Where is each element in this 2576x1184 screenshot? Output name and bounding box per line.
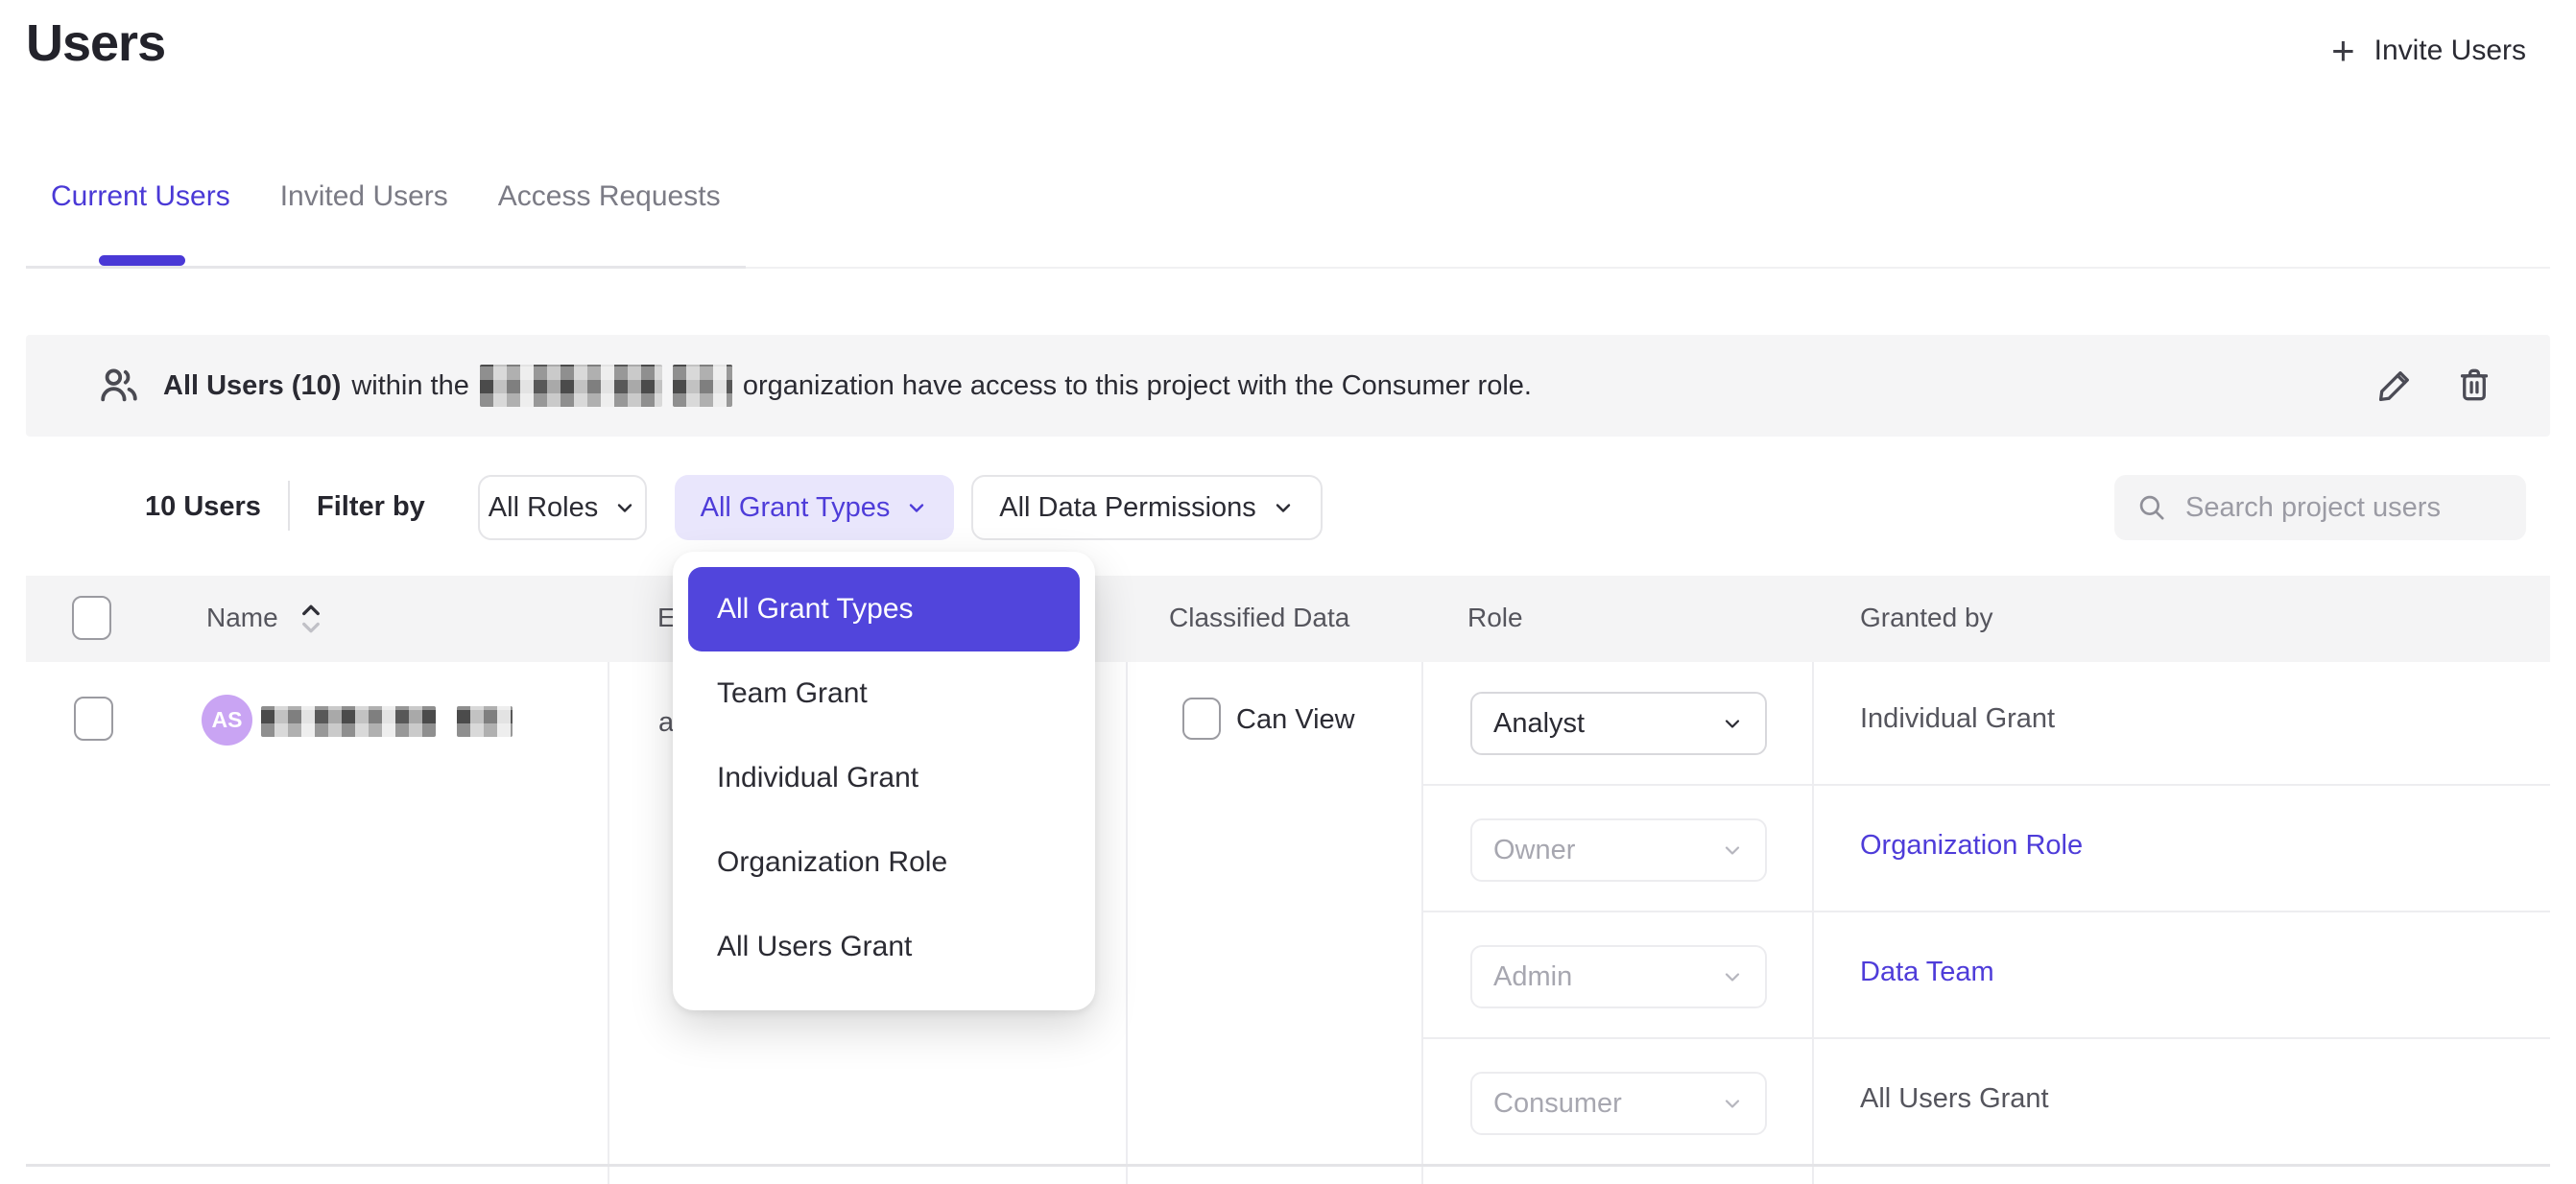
table-header: Name Email Classified Data Role Granted … — [26, 576, 2550, 662]
redacted-org-name-2 — [673, 365, 732, 407]
grant-types-filter-label: All Grant Types — [701, 492, 891, 524]
active-tab-indicator — [99, 255, 185, 266]
granted-by-individual-grant: Individual Grant — [1860, 703, 2055, 735]
user-count: 10 Users — [145, 491, 261, 523]
role-select-admin[interactable]: Admin — [1470, 945, 1767, 1008]
column-header-role: Role — [1467, 603, 1523, 633]
column-divider — [1126, 662, 1128, 1184]
data-permissions-filter-dropdown[interactable]: All Data Permissions — [971, 475, 1323, 540]
user-email: a — [658, 707, 674, 739]
tab-access-requests[interactable]: Access Requests — [498, 180, 721, 213]
redacted-org-name — [480, 365, 662, 407]
banner-bold-text: All Users (10) — [163, 370, 341, 402]
granted-by-all-users-grant: All Users Grant — [1860, 1083, 2049, 1115]
role-select-consumer[interactable]: Consumer — [1470, 1072, 1767, 1135]
sort-name-icon[interactable] — [298, 600, 323, 643]
banner-actions — [2374, 364, 2495, 409]
users-group-icon — [96, 363, 142, 409]
menu-item-all-grant-types-selected[interactable]: All Grant Types — [688, 567, 1080, 651]
column-divider — [1812, 662, 1814, 1184]
banner-text-after: organization have access to this project… — [743, 370, 1532, 402]
roles-filter-dropdown[interactable]: All Roles — [478, 475, 647, 540]
column-header-granted-by: Granted by — [1860, 603, 1993, 633]
column-header-name: Name — [206, 603, 278, 633]
tab-invited-users[interactable]: Invited Users — [280, 180, 448, 213]
can-view-label: Can View — [1236, 704, 1355, 736]
menu-item-team-grant[interactable]: Team Grant — [688, 651, 1080, 736]
banner-text: All Users (10) within the organization h… — [163, 365, 1532, 407]
select-all-checkbox[interactable] — [72, 596, 111, 640]
grant-types-dropdown-menu: All Grant Types Team Grant Individual Gr… — [673, 552, 1095, 1010]
chevron-down-icon — [1721, 965, 1744, 988]
edit-all-users-grant-button[interactable] — [2374, 364, 2417, 409]
redacted-user-name — [261, 706, 513, 737]
invite-users-label: Invite Users — [2374, 35, 2526, 67]
tab-strip-divider — [26, 266, 746, 269]
chevron-down-icon — [613, 496, 636, 519]
data-permissions-filter-label: All Data Permissions — [999, 492, 1256, 524]
search-icon — [2135, 491, 2168, 524]
menu-item-all-users-grant[interactable]: All Users Grant — [688, 905, 1080, 989]
tabs: Current Users Invited Users Access Reque… — [51, 180, 721, 213]
chevron-down-icon — [905, 496, 928, 519]
tab-current-users[interactable]: Current Users — [51, 180, 230, 213]
plus-icon: + — [2331, 31, 2355, 71]
chevron-down-icon — [1272, 496, 1295, 519]
banner-text-before: within the — [351, 370, 469, 402]
chevron-down-icon — [1721, 839, 1744, 862]
column-divider — [608, 662, 609, 1184]
chevron-down-icon — [1721, 1092, 1744, 1115]
menu-item-organization-role[interactable]: Organization Role — [688, 820, 1080, 905]
section-divider — [746, 267, 2550, 269]
role-select-analyst[interactable]: Analyst — [1470, 692, 1767, 755]
table-row: AS a Can View Analyst Owner Admin Consum… — [26, 662, 2550, 1184]
column-header-classified-data: Classified Data — [1169, 603, 1349, 633]
avatar: AS — [202, 695, 252, 746]
granted-by-organization-role-link[interactable]: Organization Role — [1860, 830, 2083, 862]
delete-all-users-grant-button[interactable] — [2453, 364, 2495, 409]
all-users-banner: All Users (10) within the organization h… — [26, 335, 2550, 437]
search-input[interactable] — [2185, 492, 2512, 524]
page-title: Users — [26, 13, 165, 73]
grant-types-filter-dropdown[interactable]: All Grant Types — [675, 475, 954, 540]
select-row-checkbox[interactable] — [74, 697, 113, 741]
grant-row-divider — [1421, 784, 2550, 786]
filter-divider — [288, 481, 290, 531]
column-divider — [1421, 662, 1423, 1184]
row-divider — [26, 1164, 2550, 1167]
grant-row-divider — [1421, 911, 2550, 912]
chevron-down-icon — [1721, 712, 1744, 735]
pencil-icon — [2374, 364, 2417, 409]
trash-icon — [2453, 364, 2495, 409]
grant-row-divider — [1421, 1037, 2550, 1039]
granted-by-data-team-link[interactable]: Data Team — [1860, 957, 1994, 988]
search-box — [2114, 475, 2526, 540]
invite-users-button[interactable]: + Invite Users — [2331, 31, 2526, 71]
filter-by-label: Filter by — [317, 491, 425, 523]
role-select-owner[interactable]: Owner — [1470, 818, 1767, 882]
can-view-checkbox[interactable] — [1182, 698, 1221, 740]
menu-item-individual-grant[interactable]: Individual Grant — [688, 736, 1080, 820]
roles-filter-label: All Roles — [489, 492, 598, 524]
